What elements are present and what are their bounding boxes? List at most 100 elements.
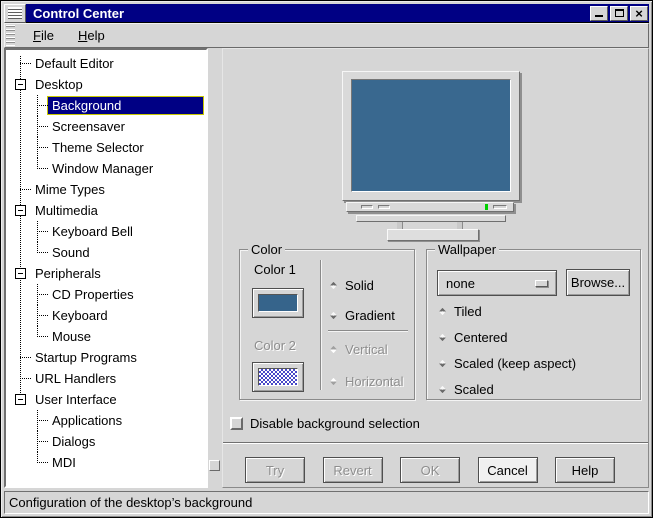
sidebar-item-desktop[interactable]: Desktop	[6, 74, 206, 95]
sidebar-item-mouse[interactable]: Mouse	[6, 326, 206, 347]
help-button[interactable]: Help	[555, 457, 615, 483]
disable-background-selection-checkbox[interactable]: Disable background selection	[230, 416, 420, 431]
checkbox-label: Disable background selection	[250, 416, 420, 431]
ok-button[interactable]: OK	[400, 457, 460, 483]
monitor-screen-preview	[351, 79, 511, 192]
sidebar-tree[interactable]: Default Editor Desktop Background Screensav…	[4, 48, 208, 488]
radio-tiled-label: Tiled	[454, 304, 482, 319]
window-controls: ×	[590, 6, 649, 21]
tree-collapse-icon[interactable]	[15, 205, 26, 216]
close-button[interactable]: ×	[630, 6, 648, 21]
status-bar: Configuration of the desktop’s backgroun…	[4, 491, 649, 514]
radio-gradient[interactable]: Gradient	[328, 308, 395, 323]
maximize-button[interactable]	[610, 6, 628, 21]
sidebar-item-window-manager[interactable]: Window Manager	[6, 158, 206, 179]
radio-scaled[interactable]: Scaled	[437, 382, 494, 397]
monitor-foot	[457, 222, 463, 229]
sidebar-item-label: Applications	[48, 412, 126, 429]
sidebar-item-startup-programs[interactable]: Startup Programs	[6, 347, 206, 368]
color2-picker-button[interactable]	[252, 362, 304, 392]
radio-scaled-keep-aspect[interactable]: Scaled (keep aspect)	[437, 356, 576, 371]
sidebar-item-screensaver[interactable]: Screensaver	[6, 116, 206, 137]
radio-unselected-icon	[439, 386, 446, 393]
vertical-separator	[320, 260, 322, 390]
minimize-button[interactable]	[590, 6, 608, 21]
radio-gradient-label: Gradient	[345, 308, 395, 323]
monitor-power-button-icon	[493, 205, 507, 209]
pane-divider[interactable]	[208, 48, 222, 488]
tree-connector	[37, 441, 48, 442]
window-title: Control Center	[26, 6, 590, 21]
sidebar-item-url-handlers[interactable]: URL Handlers	[6, 368, 206, 389]
option-menu-indicator-icon	[535, 280, 548, 287]
background-capplet-panel: Color Color 1 Color 2 Solid Gradient	[222, 48, 649, 488]
tree-connector	[37, 168, 48, 169]
try-button[interactable]: Try	[245, 457, 305, 483]
footer-separator	[223, 442, 648, 444]
radio-unselected-icon	[439, 360, 446, 367]
menu-file[interactable]: File	[25, 25, 62, 46]
sidebar-item-keyboard[interactable]: Keyboard	[6, 305, 206, 326]
tree-connector	[37, 336, 48, 337]
radio-horizontal: Horizontal	[328, 374, 404, 389]
sidebar-item-peripherals[interactable]: Peripherals	[6, 263, 206, 284]
tree-collapse-icon[interactable]	[15, 268, 26, 279]
revert-button[interactable]: Revert	[323, 457, 383, 483]
checkbox-unchecked-icon	[230, 417, 243, 430]
monitor-foot	[397, 222, 403, 229]
radio-scaled-label: Scaled	[454, 382, 494, 397]
tree-connector	[37, 294, 48, 295]
browse-button[interactable]: Browse...	[566, 269, 630, 296]
sidebar-item-sound[interactable]: Sound	[6, 242, 206, 263]
wallpaper-frame-title: Wallpaper	[435, 242, 499, 257]
sidebar-item-cd-properties[interactable]: CD Properties	[6, 284, 206, 305]
power-led-icon	[485, 204, 488, 210]
tree-collapse-icon[interactable]	[15, 394, 26, 405]
tree-connector	[37, 315, 48, 316]
color-frame-title: Color	[248, 242, 285, 257]
sidebar-item-multimedia[interactable]: Multimedia	[6, 200, 206, 221]
menu-bar: File Help	[4, 23, 649, 48]
radio-centered[interactable]: Centered	[437, 330, 507, 345]
sidebar-item-label: Background	[48, 97, 203, 114]
window-menu-icon	[8, 7, 22, 19]
cancel-button-label: Cancel	[487, 463, 527, 478]
sidebar-item-mdi[interactable]: MDI	[6, 452, 206, 473]
title-bar[interactable]: Control Center ×	[4, 4, 649, 23]
radio-solid-label: Solid	[345, 278, 374, 293]
control-center-window: Control Center × File Help Default Edito…	[0, 0, 653, 518]
pane-drag-handle[interactable]	[209, 460, 220, 471]
sidebar-item-label: Default Editor	[31, 55, 118, 72]
wallpaper-frame: Wallpaper none Browse... Tiled Centered	[426, 249, 641, 400]
sidebar-item-label: User Interface	[31, 391, 121, 408]
sidebar-item-applications[interactable]: Applications	[6, 410, 206, 431]
tree-connector	[20, 189, 31, 190]
sidebar-item-label: Multimedia	[31, 202, 102, 219]
sidebar-item-label: Mouse	[48, 328, 95, 345]
sidebar-item-default-editor[interactable]: Default Editor	[6, 53, 206, 74]
cancel-button[interactable]: Cancel	[478, 457, 538, 483]
sidebar-item-label: Mime Types	[31, 181, 109, 198]
tree-collapse-icon[interactable]	[15, 79, 26, 90]
menubar-grip-handle[interactable]	[6, 25, 15, 46]
radio-solid[interactable]: Solid	[328, 278, 374, 293]
sidebar-item-background[interactable]: Background	[6, 95, 206, 116]
sidebar-item-theme-selector[interactable]: Theme Selector	[6, 137, 206, 158]
sidebar-item-keyboard-bell[interactable]: Keyboard Bell	[6, 221, 206, 242]
color1-picker-button[interactable]	[252, 288, 304, 318]
sidebar-item-label: Keyboard Bell	[48, 223, 137, 240]
sidebar-item-user-interface[interactable]: User Interface	[6, 389, 206, 410]
sidebar-item-dialogs[interactable]: Dialogs	[6, 431, 206, 452]
window-menu-button[interactable]	[4, 4, 26, 23]
wallpaper-dropdown[interactable]: none	[437, 270, 557, 296]
footer-button-row: Try Revert OK Cancel Help	[245, 457, 615, 483]
status-text: Configuration of the desktop’s backgroun…	[9, 495, 252, 510]
menu-help[interactable]: Help	[70, 25, 113, 46]
radio-unselected-icon	[439, 334, 446, 341]
radio-selected-icon	[330, 346, 337, 353]
sidebar-item-mime-types[interactable]: Mime Types	[6, 179, 206, 200]
sidebar-item-label: Desktop	[31, 76, 87, 93]
radio-vertical-label: Vertical	[345, 342, 388, 357]
sidebar-item-label: Theme Selector	[48, 139, 148, 156]
radio-tiled[interactable]: Tiled	[437, 304, 482, 319]
